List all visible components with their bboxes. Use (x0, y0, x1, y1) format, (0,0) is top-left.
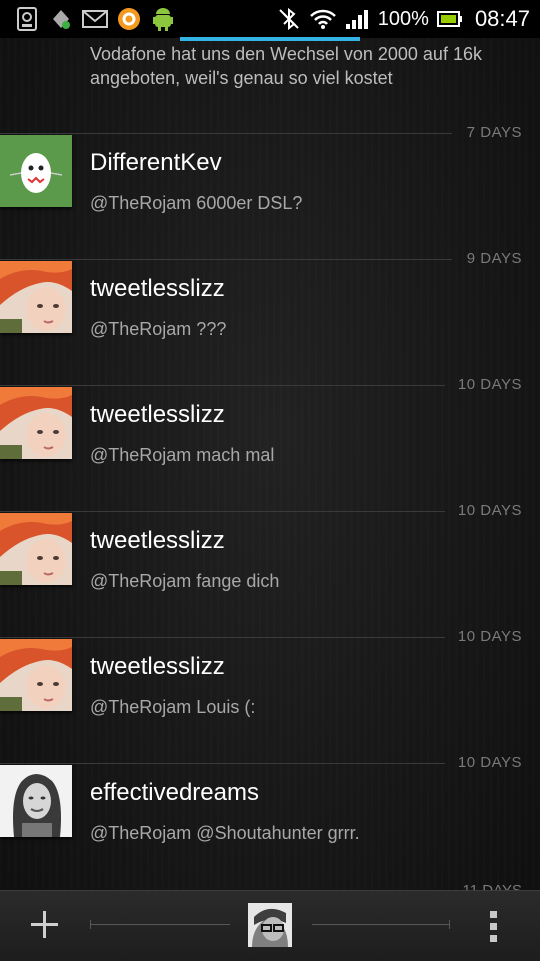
tweet-age: 11 DAYS (463, 880, 522, 890)
tweet-author[interactable]: tweetlesslizz (90, 401, 225, 429)
tweet-item[interactable]: 7 DAYS DifferentKev @TheRojam 6000er DSL… (0, 124, 540, 259)
egg-avatar[interactable] (0, 135, 72, 207)
tweet-text: @TheRojam @Shoutahunter grrr. (90, 823, 360, 843)
tweet-text: @TheRojam 6000er DSL? (90, 193, 303, 213)
redhead-avatar[interactable] (0, 639, 72, 711)
grayscale-avatar[interactable] (0, 765, 72, 837)
tab-indicator (180, 37, 360, 41)
clock: 08:47 (474, 6, 530, 31)
tweet-age: 10 DAYS (457, 754, 522, 771)
tweet-author[interactable]: tweetlesslizz (90, 527, 225, 555)
tweet-age: 10 DAYS (457, 376, 522, 393)
redhead-avatar[interactable] (0, 261, 72, 333)
tweet-text: @TheRojam mach mal (90, 445, 275, 465)
tweet-separator (0, 763, 445, 764)
tweet-item[interactable]: 10 DAYS tweetlesslizz @TheRojam fange di… (0, 502, 540, 637)
tweet-author[interactable]: effectivedreams (90, 779, 259, 807)
divider (90, 920, 91, 929)
sync-icon (48, 6, 74, 32)
notification-app-icon (116, 6, 142, 32)
tweet-text: @TheRojam fange dich (90, 571, 280, 591)
tweet-separator (0, 637, 445, 638)
signal-icon (344, 6, 370, 32)
account-avatar[interactable] (248, 903, 292, 947)
battery-percent: 100% (377, 7, 429, 30)
divider (312, 924, 450, 925)
tweet-author[interactable]: tweetlesslizz (90, 275, 225, 303)
tweet-separator (0, 385, 445, 386)
android-icon (150, 6, 176, 32)
tweet-age: 7 DAYS (466, 124, 522, 141)
status-bar: 100% 08:47 (0, 0, 540, 38)
tweet-age: 10 DAYS (457, 628, 522, 645)
overflow-menu-icon[interactable] (489, 911, 499, 943)
tweet-item[interactable]: 10 DAYS tweetlesslizz @TheRojam mach mal (0, 376, 540, 511)
tweet-text: @TheRojam ??? (90, 319, 227, 339)
divider (449, 920, 450, 929)
tweet-text: @TheRojam Louis (: (90, 697, 256, 717)
tweet-item[interactable]: 10 DAYS tweetlesslizz @TheRojam Louis (: (0, 628, 540, 763)
tweet-separator (0, 133, 452, 134)
tweet-separator (0, 259, 452, 260)
plus-icon[interactable] (30, 910, 60, 940)
tweet-separator (0, 511, 445, 512)
bluetooth-off-icon (276, 6, 302, 32)
tweet-item[interactable]: 9 DAYS tweetlesslizz @TheRojam ??? (0, 250, 540, 385)
email-icon (82, 6, 108, 32)
tweet-age: 10 DAYS (457, 502, 522, 519)
tweet-age: 9 DAYS (466, 250, 522, 267)
divider (90, 924, 230, 925)
tweet-author[interactable]: tweetlesslizz (90, 653, 225, 681)
tweet-item[interactable]: 10 DAYS effectivedreams @TheRojam @Shout… (0, 754, 540, 889)
sd-card-icon (14, 6, 40, 32)
redhead-avatar[interactable] (0, 513, 72, 585)
bottom-action-bar (0, 890, 540, 961)
redhead-avatar[interactable] (0, 387, 72, 459)
wifi-icon (309, 6, 336, 32)
tweet-author[interactable]: DifferentKev (90, 149, 222, 177)
partial-tweet-text[interactable]: Vodafone hat uns den Wechsel von 2000 au… (90, 42, 530, 90)
battery-icon (436, 6, 463, 32)
